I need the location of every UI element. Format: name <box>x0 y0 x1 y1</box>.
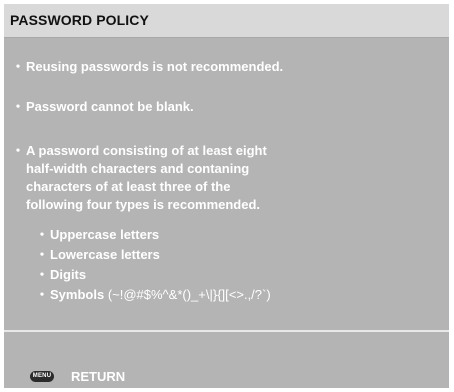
symbol-characters: (~!@#$%^&*()_+\|}{][<>.,/?`) <box>107 287 271 302</box>
char-type-digits: ・ Digits <box>34 266 271 286</box>
policy-rule-complexity: ・ A password consisting of at least eigh… <box>10 142 267 214</box>
dialog-title: PASSWORD POLICY <box>10 12 149 28</box>
char-type-label: Uppercase letters <box>50 227 160 242</box>
policy-rule-line: following four types is recommended. <box>26 197 261 212</box>
bullet-icon: ・ <box>11 143 25 158</box>
divider <box>4 330 449 332</box>
password-policy-dialog: PASSWORD POLICY ・ Reusing passwords is no… <box>4 4 449 388</box>
policy-rule-line: half-width characters and contaning <box>26 161 250 176</box>
policy-rule-line: A password consisting of at least eight <box>26 143 267 158</box>
bullet-icon: ・ <box>35 227 49 242</box>
policy-rule-blank: ・ Password cannot be blank. <box>10 98 194 116</box>
char-type-lowercase: ・ Lowercase letters <box>34 246 271 266</box>
char-type-label: Digits <box>50 267 87 282</box>
char-type-uppercase: ・ Uppercase letters <box>34 226 271 246</box>
bullet-icon: ・ <box>35 247 49 262</box>
return-label: RETURN <box>71 368 126 384</box>
character-type-list: ・ Uppercase letters ・ Lowercase letters ・ D… <box>34 226 271 306</box>
bullet-icon: ・ <box>35 287 49 302</box>
policy-rule-text: Password cannot be blank. <box>26 99 194 114</box>
char-type-symbols: ・ Symbols (~!@#$%^&*()_+\|}{][<>.,/?`) <box>34 286 271 306</box>
bullet-icon: ・ <box>35 267 49 282</box>
policy-rule-reuse: ・ Reusing passwords is not recommended. <box>10 58 283 76</box>
title-bar: PASSWORD POLICY <box>4 4 449 38</box>
policy-rule-line: characters of at least three of the <box>26 179 231 194</box>
char-type-label: Lowercase letters <box>50 247 160 262</box>
bullet-icon: ・ <box>11 99 25 114</box>
bullet-icon: ・ <box>11 59 25 74</box>
policy-rule-text: Reusing passwords is not recommended. <box>26 59 284 74</box>
char-type-label: Symbols <box>50 287 105 302</box>
return-button[interactable]: MENU RETURN <box>30 368 125 384</box>
menu-key-icon: MENU <box>30 370 54 382</box>
